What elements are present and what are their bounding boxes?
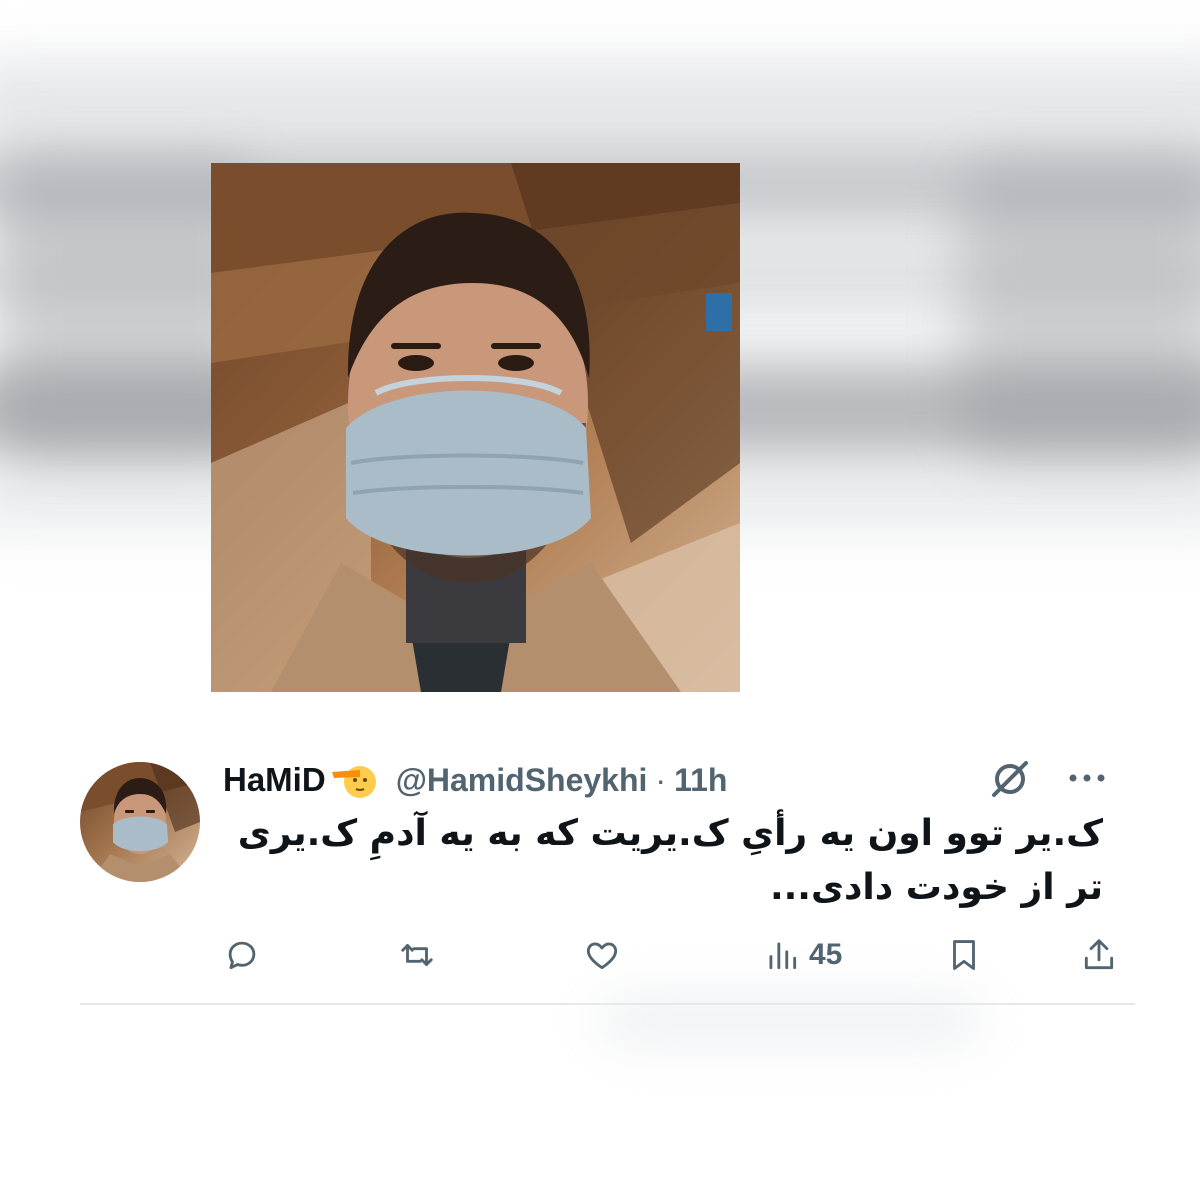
views-button[interactable]: 45: [763, 933, 842, 977]
tweet-photo[interactable]: [211, 163, 740, 692]
views-icon: [769, 942, 797, 970]
avatar[interactable]: [80, 762, 200, 882]
user-handle[interactable]: @HamidSheykhi: [396, 762, 648, 799]
reply-icon: [228, 941, 256, 970]
retweet-button[interactable]: [398, 933, 436, 977]
tweet-card[interactable]: HaMiD @HamidSheykhi · 11h ک.یر توو اون ی…: [80, 745, 1135, 1005]
grok-icon[interactable]: [988, 757, 1032, 801]
saluting-face-emoji-icon: [330, 760, 378, 800]
share-button[interactable]: [1080, 933, 1118, 977]
views-count: 45: [809, 938, 843, 971]
tweet-actions: 45: [223, 933, 1123, 977]
display-name[interactable]: HaMiD: [223, 761, 326, 799]
heart-icon: [586, 942, 618, 970]
timestamp[interactable]: 11h: [674, 762, 727, 799]
more-options-icon[interactable]: [1065, 763, 1109, 793]
like-button[interactable]: [583, 933, 621, 977]
bookmark-button[interactable]: [945, 933, 983, 977]
tweet-text: ک.یر توو اون یه رأیِ ک.یریت که به یه آدم…: [237, 813, 1103, 908]
divider: [80, 1003, 1135, 1005]
reply-button[interactable]: [223, 933, 261, 977]
retweet-icon: [401, 944, 433, 966]
share-icon: [1084, 939, 1114, 970]
separator-dot: ·: [655, 761, 667, 798]
bookmark-icon: [953, 940, 975, 970]
